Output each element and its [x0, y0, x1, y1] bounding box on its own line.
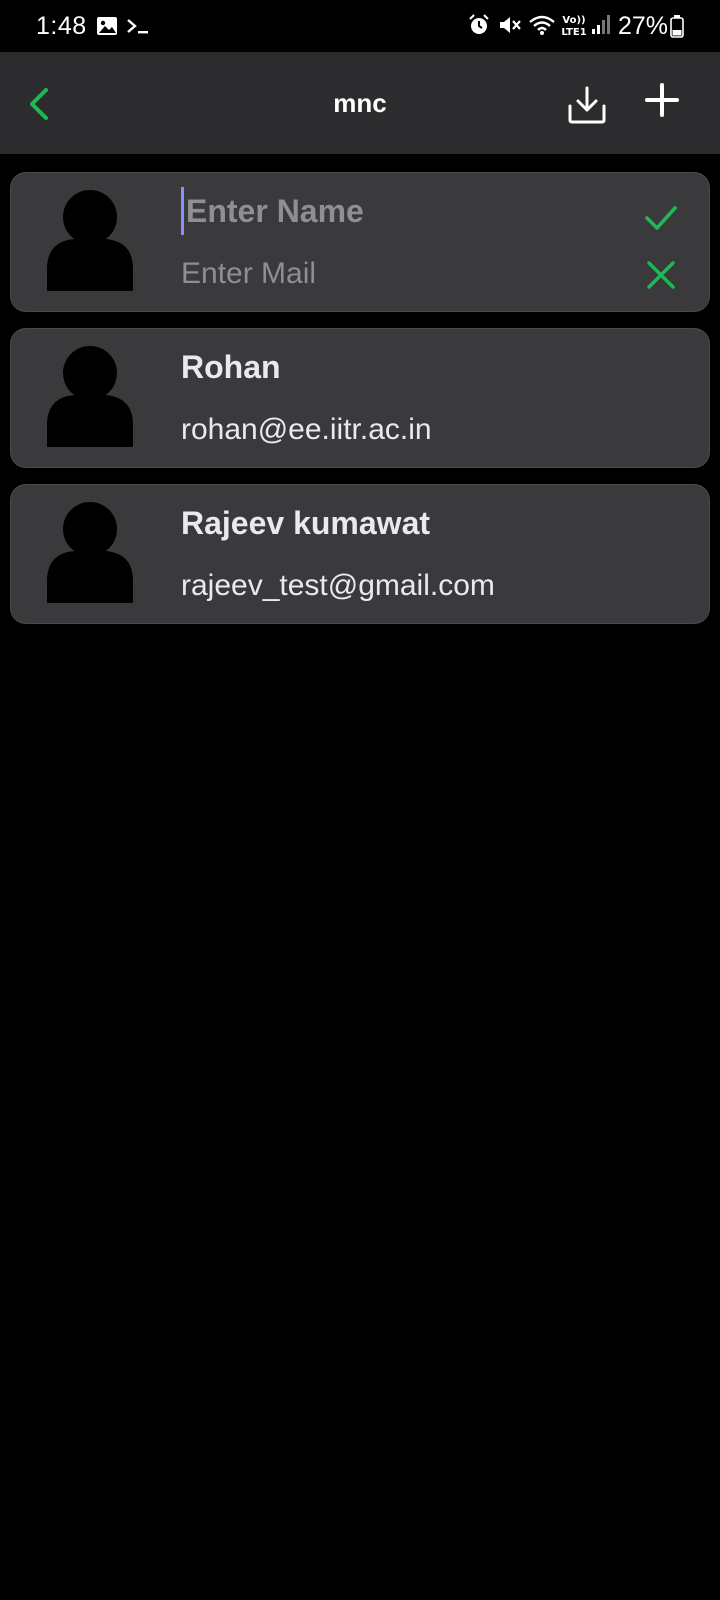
alarm-icon	[469, 14, 489, 34]
download-button[interactable]	[566, 84, 608, 126]
contact-name: Rajeev kumawat	[181, 505, 431, 541]
page-title: mnc	[333, 88, 387, 118]
add-contact-button[interactable]	[644, 82, 680, 118]
status-time: 1:48	[36, 12, 87, 40]
contact-name: Rohan	[181, 349, 281, 385]
avatar-icon	[47, 190, 133, 291]
contact-card[interactable]: Rohan rohan@ee.iitr.ac.in	[10, 328, 710, 468]
wifi-icon	[529, 15, 555, 35]
contact-email: rajeev_test@gmail.com	[181, 569, 495, 602]
volte-lte-icon: Vo)) LTE1	[561, 15, 586, 38]
signal-icon	[592, 15, 610, 34]
app-bar: mnc	[0, 52, 720, 154]
avatar-icon	[47, 346, 133, 447]
new-contact-card	[10, 172, 710, 312]
mail-input[interactable]	[181, 251, 601, 297]
confirm-check-icon[interactable]	[643, 199, 679, 235]
avatar-icon	[47, 502, 133, 603]
contact-card[interactable]: Rajeev kumawat rajeev_test@gmail.com	[10, 484, 710, 624]
svg-text:LTE1: LTE1	[561, 27, 586, 38]
gallery-icon	[97, 17, 117, 35]
battery-icon	[670, 15, 684, 38]
terminal-icon	[127, 19, 148, 34]
name-input[interactable]	[181, 187, 601, 235]
mute-icon	[500, 17, 521, 33]
cancel-close-icon[interactable]	[645, 259, 677, 291]
battery-percentage: 27%	[618, 12, 669, 40]
status-bar: 1:48 Vo)) LTE1 27%	[0, 0, 720, 52]
contact-email: rohan@ee.iitr.ac.in	[181, 413, 432, 446]
svg-text:Vo)): Vo))	[562, 15, 585, 26]
